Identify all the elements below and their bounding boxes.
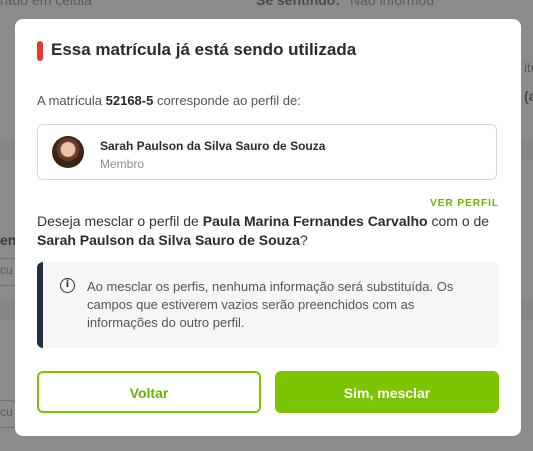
bg-input-fragment-text: cu	[0, 405, 13, 419]
bg-text-fragment-right: ite	[524, 60, 533, 75]
question-suffix: ?	[299, 232, 308, 248]
merge-profile-modal: Essa matrícula já está sendo utilizada A…	[15, 19, 521, 436]
target-profile-name: Sarah Paulson da Silva Sauro de Souza	[37, 232, 300, 248]
source-profile-name: Paula Marina Fernandes Carvalho	[202, 213, 428, 229]
merge-question: Deseja mesclar o perfil de Paula Marina …	[37, 212, 502, 250]
bg-text-fragment-left: en	[0, 232, 17, 248]
view-profile-link[interactable]: VER PERFIL	[430, 198, 499, 209]
bg-feeling-value: Não informou	[350, 0, 435, 8]
registration-description: A matrícula 52168-5 corresponde ao perfi…	[37, 93, 301, 108]
bg-feeling-label: Se sentindo:	[256, 0, 341, 8]
question-middle: com o de	[427, 213, 490, 229]
profile-role: Membro	[100, 157, 145, 171]
bg-text-fragment-right-2: (a	[524, 88, 533, 104]
info-icon: i	[60, 278, 75, 293]
back-button[interactable]: Voltar	[37, 371, 261, 413]
bg-text-fragment: rado em celula	[0, 0, 92, 8]
title-marker	[37, 41, 43, 61]
description-prefix: A matrícula	[37, 93, 106, 108]
info-text: Ao mesclar os perfis, nenhuma informação…	[87, 279, 454, 330]
registration-number: 52168-5	[105, 93, 154, 108]
bg-input-fragment-text: cu	[0, 263, 13, 277]
profile-card: Sarah Paulson da Silva Sauro de Souza Me…	[37, 124, 497, 180]
description-suffix: corresponde ao perfil de:	[153, 93, 301, 108]
info-box: i Ao mesclar os perfis, nenhuma informaç…	[37, 262, 499, 348]
profile-name: Sarah Paulson da Silva Sauro de Souza	[100, 139, 326, 153]
question-prefix: Deseja mesclar o perfil de	[37, 213, 203, 229]
modal-title: Essa matrícula já está sendo utilizada	[51, 40, 357, 59]
avatar	[52, 136, 84, 168]
merge-button[interactable]: Sim, mesclar	[275, 371, 499, 413]
